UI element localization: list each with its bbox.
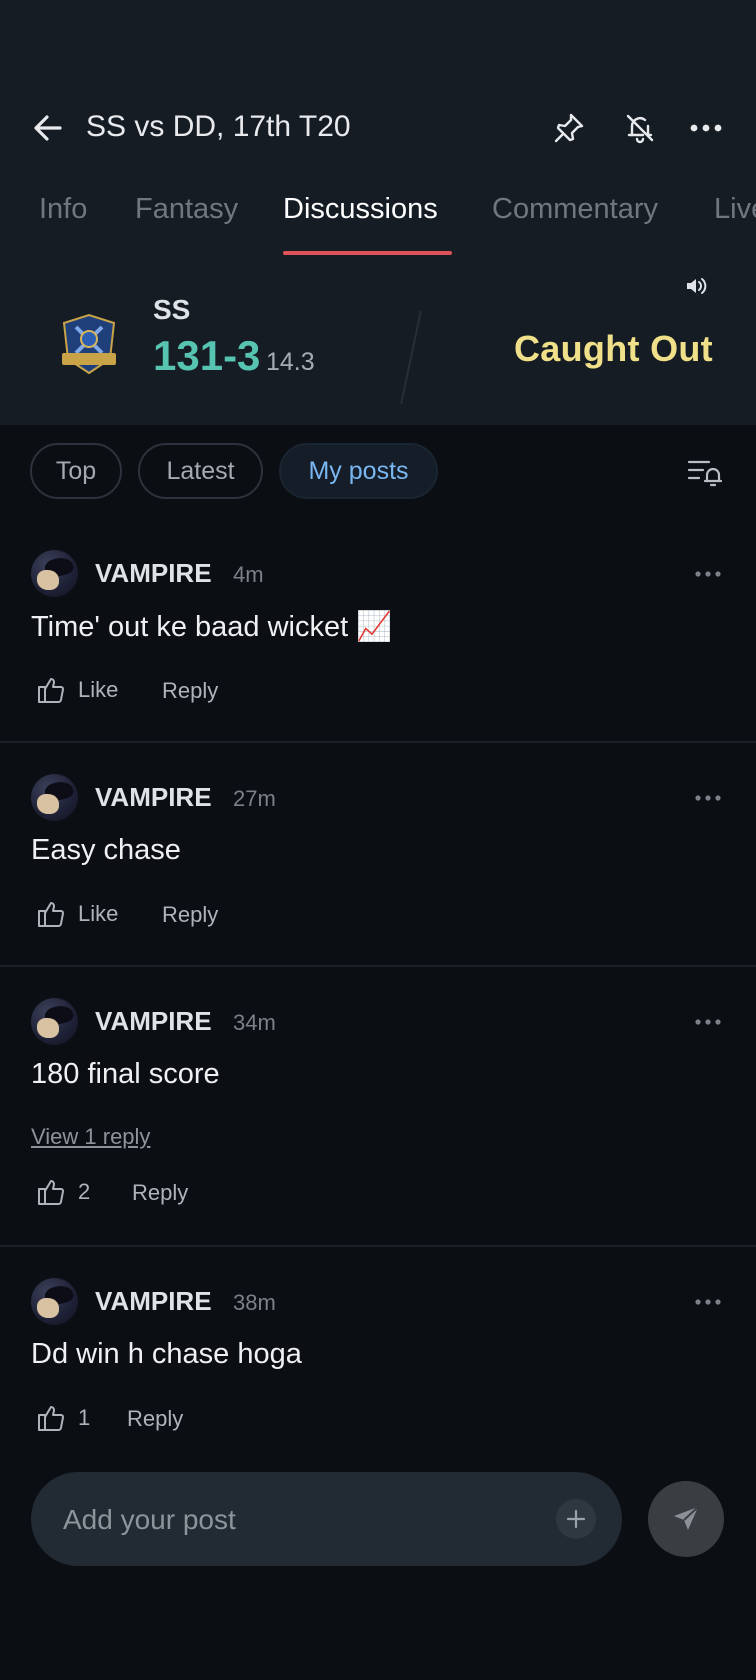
like-button[interactable]: Like <box>36 672 118 708</box>
bell-off-icon[interactable] <box>620 108 660 148</box>
tab-commentary[interactable]: Commentary <box>492 193 658 226</box>
tab-discussions[interactable]: Discussions <box>283 193 438 226</box>
back-arrow-icon[interactable] <box>28 108 68 148</box>
post-more-icon[interactable] <box>690 564 726 584</box>
team-score: 131-3 <box>153 332 261 379</box>
reply-button[interactable]: Reply <box>162 678 218 704</box>
like-button[interactable]: 2 <box>36 1174 90 1210</box>
team-logo <box>54 309 124 379</box>
thumbs-up-icon <box>38 678 64 704</box>
more-icon[interactable] <box>686 108 726 148</box>
post-text: Dd win h chase hoga <box>31 1338 302 1370</box>
tab-fantasy[interactable]: Fantasy <box>135 193 238 226</box>
filter-my-posts[interactable]: My posts <box>279 443 438 499</box>
avatar[interactable] <box>31 1278 78 1325</box>
post-filters: Top Latest My posts <box>0 443 756 503</box>
post-time: 34m <box>233 1010 276 1035</box>
post-more-icon[interactable] <box>690 1292 726 1312</box>
post-text: 180 final score <box>31 1058 220 1090</box>
thumbs-up-icon <box>38 1180 64 1206</box>
filter-latest[interactable]: Latest <box>138 443 263 499</box>
post-text: Easy chase <box>31 834 181 866</box>
reply-button[interactable]: Reply <box>132 1180 188 1206</box>
avatar[interactable] <box>31 550 78 597</box>
plus-icon[interactable] <box>556 1499 596 1539</box>
post-divider <box>0 1245 756 1247</box>
thumbs-up-icon <box>38 902 64 928</box>
avatar[interactable] <box>31 774 78 821</box>
team-overs: 14.3 <box>266 348 315 376</box>
post-username[interactable]: VAMPIRE <box>95 1006 212 1037</box>
post-username[interactable]: VAMPIRE <box>95 1286 212 1317</box>
active-tab-indicator <box>283 251 452 255</box>
avatar[interactable] <box>31 998 78 1045</box>
reply-button[interactable]: Reply <box>162 902 218 928</box>
tab-live[interactable]: Live <box>714 193 756 226</box>
post-time: 38m <box>233 1290 276 1315</box>
post-username[interactable]: VAMPIRE <box>95 782 212 813</box>
post-composer <box>31 1472 622 1568</box>
send-button[interactable] <box>648 1481 724 1557</box>
score-divider <box>400 310 422 405</box>
scorecard[interactable]: SS 131-3 14.3 Caught Out <box>0 270 756 425</box>
tab-bar: Info Fantasy Discussions Commentary Live <box>0 193 756 253</box>
like-label: Like <box>78 901 119 926</box>
top-bar: SS vs DD, 17th T20 <box>0 98 756 158</box>
post-more-icon[interactable] <box>690 1012 726 1032</box>
match-header: SS vs DD, 17th T20 Info Fantasy Discussi… <box>0 0 756 425</box>
post-input[interactable] <box>61 1472 545 1568</box>
tab-info[interactable]: Info <box>39 193 87 226</box>
like-button[interactable]: Like <box>36 896 118 932</box>
pin-icon[interactable] <box>549 108 589 148</box>
like-count: 2 <box>78 1179 91 1204</box>
view-replies-link[interactable]: View 1 reply <box>31 1124 150 1150</box>
speaker-icon[interactable] <box>680 270 712 302</box>
post-divider <box>0 741 756 743</box>
send-icon <box>674 1506 699 1530</box>
like-label: Like <box>78 677 119 702</box>
ball-event: Caught Out <box>514 328 713 369</box>
team-name: SS <box>153 294 191 325</box>
page-title: SS vs DD, 17th T20 <box>86 110 351 143</box>
filter-notification-icon[interactable] <box>685 453 725 493</box>
post-divider <box>0 965 756 967</box>
post-time: 27m <box>233 786 276 811</box>
reply-button[interactable]: Reply <box>127 1406 183 1432</box>
thumbs-up-icon <box>38 1406 64 1432</box>
post-text: Time' out ke baad wicket 📈 <box>31 611 393 643</box>
post-more-icon[interactable] <box>690 788 726 808</box>
like-count: 1 <box>78 1405 91 1430</box>
post-username[interactable]: VAMPIRE <box>95 558 212 589</box>
post-time: 4m <box>233 562 264 587</box>
filter-top[interactable]: Top <box>30 443 122 499</box>
like-button[interactable]: 1 <box>36 1400 90 1436</box>
